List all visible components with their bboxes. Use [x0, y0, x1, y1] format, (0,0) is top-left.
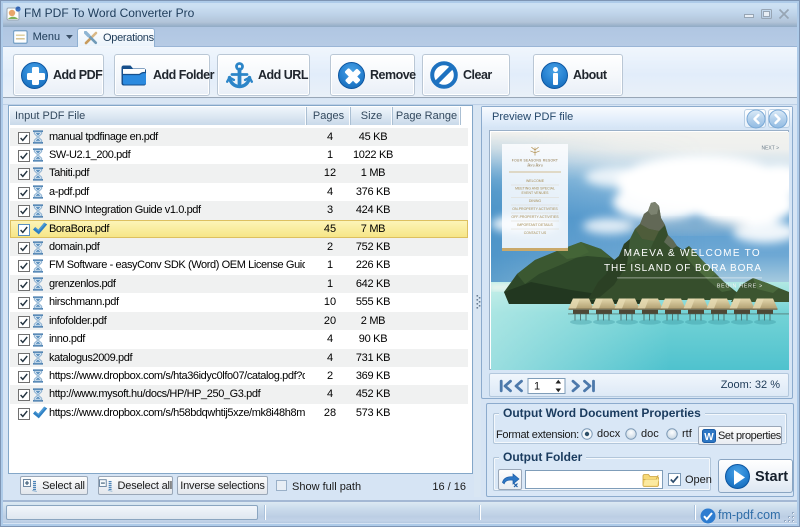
svg-text:Bora Bora: Bora Bora	[527, 164, 542, 168]
svg-text:MEETING AND SPECIAL: MEETING AND SPECIAL	[515, 187, 555, 191]
svg-text:DINING: DINING	[529, 199, 542, 203]
svg-text:IMPORTANT DETAILS: IMPORTANT DETAILS	[517, 223, 553, 227]
svg-text:WELCOME: WELCOME	[526, 179, 545, 183]
svg-text:OFF-PROPERTY ACTIVITIES: OFF-PROPERTY ACTIVITIES	[511, 215, 559, 219]
svg-text:EVENT VENUES: EVENT VENUES	[522, 191, 550, 195]
svg-text:FOUR SEASONS RESORT: FOUR SEASONS RESORT	[512, 159, 559, 163]
svg-text:MAEVA & WELCOME TO: MAEVA & WELCOME TO	[624, 248, 761, 259]
svg-text:BEGIN HERE >: BEGIN HERE >	[717, 284, 763, 290]
svg-text:NEXT >: NEXT >	[761, 146, 779, 152]
svg-text:ON-PROPERTY ACTIVITIES: ON-PROPERTY ACTIVITIES	[512, 207, 558, 211]
svg-text:W: W	[704, 432, 714, 443]
svg-text:CONTACT US: CONTACT US	[524, 231, 547, 235]
svg-text:THE ISLAND OF BORA BORA: THE ISLAND OF BORA BORA	[604, 263, 762, 274]
svg-text:1: 1	[534, 381, 540, 393]
